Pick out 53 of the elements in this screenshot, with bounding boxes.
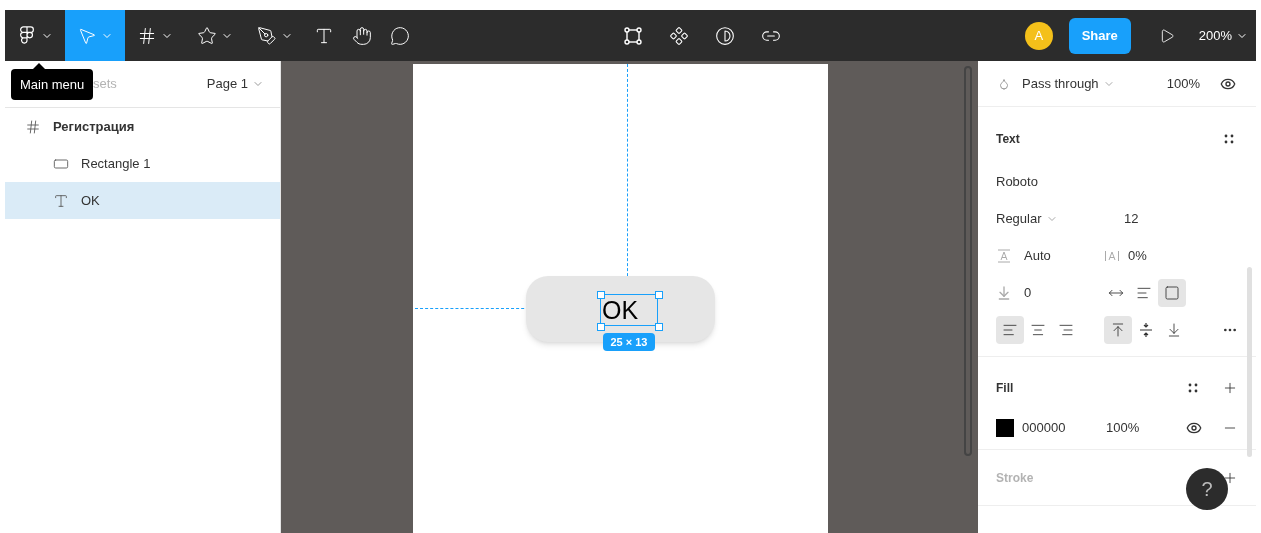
component-icon (669, 25, 689, 46)
tooltip: Main menu (11, 69, 94, 100)
section-title: Text (996, 131, 1020, 148)
font-style-dropdown[interactable]: Regular (996, 208, 1124, 229)
align-top-button[interactable] (1104, 315, 1132, 344)
grid-dots-icon[interactable] (1188, 383, 1198, 393)
layer-row[interactable]: Регистрация (5, 108, 280, 145)
align-left-button[interactable] (996, 315, 1024, 344)
color-swatch[interactable] (996, 419, 1014, 437)
layer-name: Rectangle 1 (81, 154, 151, 173)
hand-icon (352, 25, 372, 46)
opacity-value[interactable]: 100% (1166, 73, 1200, 94)
line-height-icon (996, 247, 1012, 264)
section-title: Stroke (996, 469, 1034, 487)
text-icon (53, 192, 69, 209)
align-middle-icon (1138, 321, 1154, 338)
font-size[interactable]: 12 (1124, 208, 1139, 229)
page-dropdown[interactable]: Page 1 (206, 74, 264, 94)
section-title: Fill (996, 380, 1014, 397)
square-button[interactable] (1158, 278, 1186, 307)
figma-logo-icon (17, 25, 37, 46)
half-circle-icon (715, 25, 735, 46)
pen-icon (257, 25, 277, 46)
hash-icon (25, 118, 41, 135)
droplet-icon (998, 77, 1010, 90)
line-height-value[interactable]: Auto (1024, 245, 1104, 266)
align-top-icon (1110, 321, 1126, 338)
layer-row[interactable]: Rectangle 1 (5, 145, 280, 182)
size-badge: 25 × 13 (603, 333, 655, 351)
align-bottom-icon (1166, 321, 1182, 338)
fill-opacity[interactable]: 100% (1106, 418, 1140, 438)
star-icon (197, 25, 217, 46)
blend-dropdown[interactable]: Pass through (1022, 73, 1115, 94)
frame-icon (623, 25, 643, 46)
zoom-dropdown[interactable]: 200% (1198, 25, 1248, 46)
layer-name: OK (81, 191, 100, 210)
resize-handle[interactable] (655, 323, 663, 331)
paragraph-spacing-value[interactable]: 0 (1024, 282, 1102, 303)
square-icon (1164, 284, 1180, 301)
paragraph-spacing-icon (996, 284, 1012, 301)
help-button[interactable]: ? (1186, 468, 1228, 510)
layer-name: Регистрация (53, 117, 135, 136)
resize-handle[interactable] (655, 291, 663, 299)
grid-dots-icon[interactable] (1224, 134, 1234, 144)
eye-icon[interactable] (1186, 420, 1202, 436)
font-family[interactable]: Roboto (996, 171, 1038, 192)
speech-bubble-icon (390, 25, 410, 46)
resize-handle[interactable] (597, 323, 605, 331)
layer-row[interactable]: OK (5, 182, 280, 219)
hex-value[interactable]: 000000 (1022, 418, 1106, 438)
hash-icon (137, 25, 157, 46)
resize-handle[interactable] (597, 291, 605, 299)
letter-spacing-value[interactable]: 0% (1128, 245, 1147, 266)
